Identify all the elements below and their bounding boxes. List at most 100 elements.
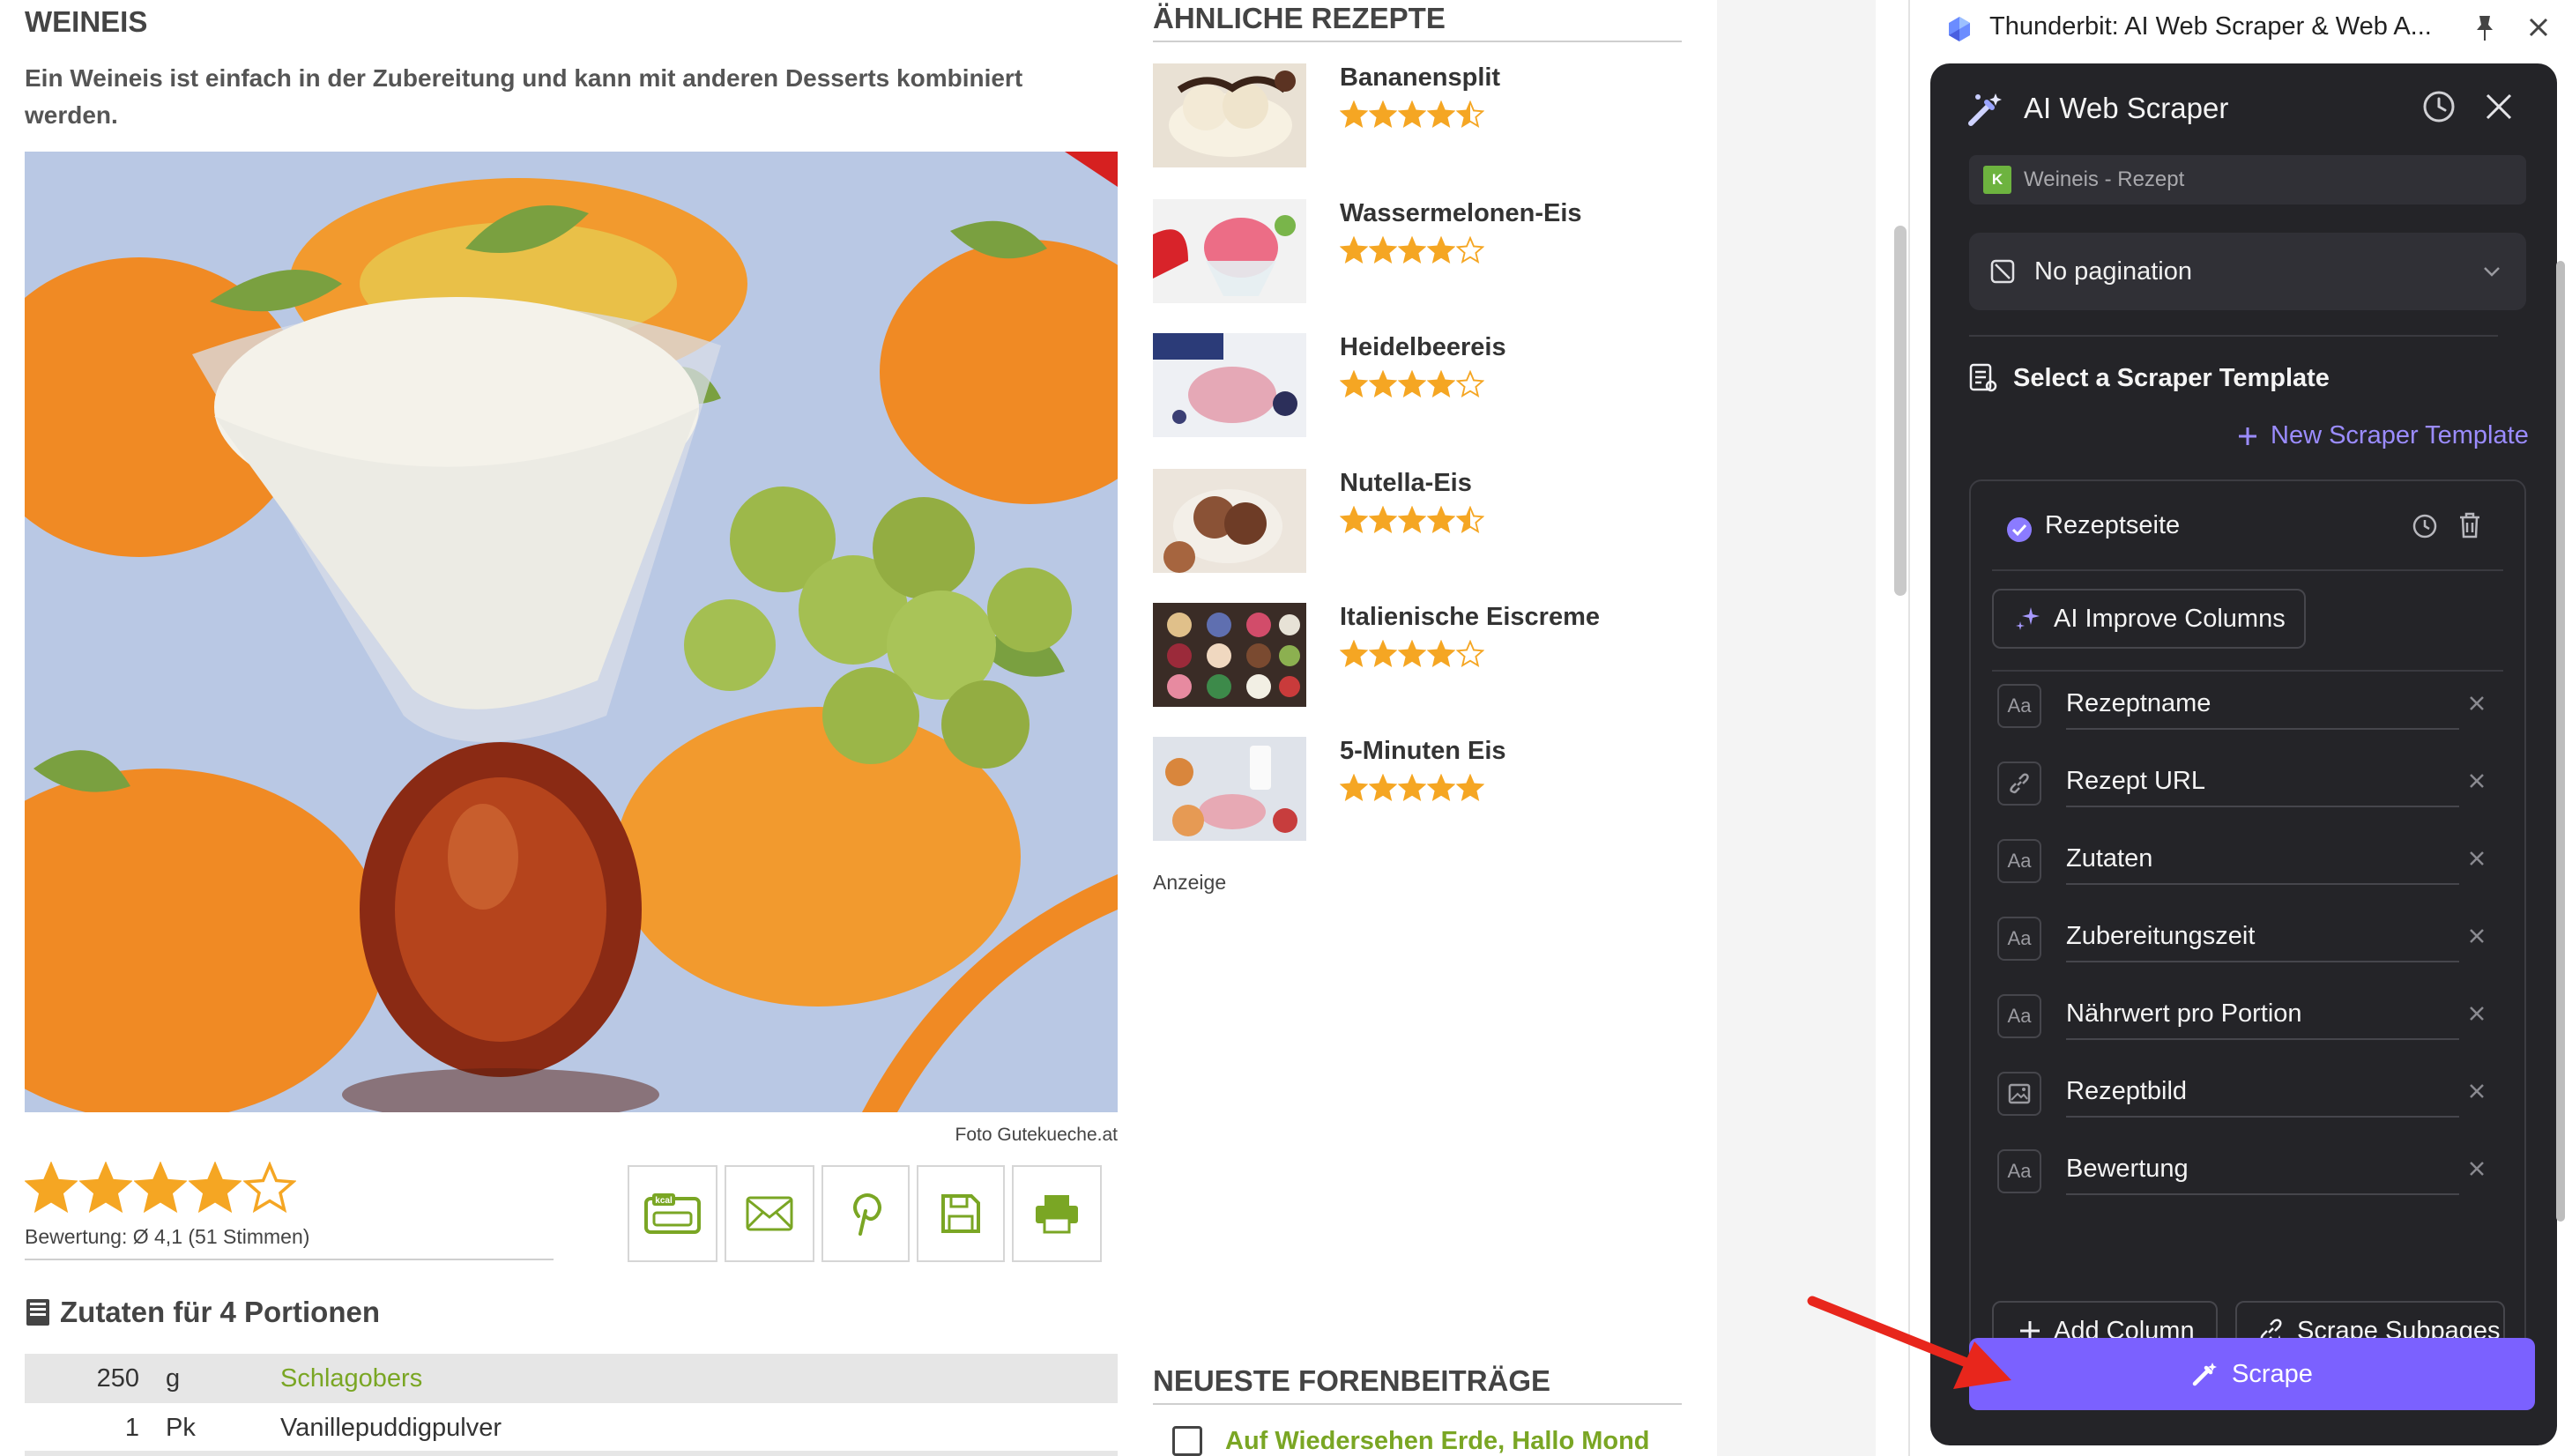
text-type-icon[interactable]: Aa bbox=[1997, 994, 2041, 1038]
new-template-button[interactable]: New Scraper Template bbox=[2237, 421, 2529, 450]
scrape-button[interactable]: Scrape bbox=[1969, 1338, 2535, 1410]
forum-post-link[interactable]: Auf Wiedersehen Erde, Hallo Mond bbox=[1225, 1427, 1650, 1456]
remove-column-icon[interactable] bbox=[2466, 770, 2487, 791]
star-icon bbox=[1456, 236, 1484, 264]
star-icon bbox=[1398, 640, 1426, 668]
similar-recipe-name[interactable]: Heidelbeereis bbox=[1340, 333, 1506, 362]
save-button[interactable] bbox=[917, 1165, 1005, 1262]
divider bbox=[1969, 335, 2498, 337]
pagination-selected-value: No pagination bbox=[2034, 256, 2192, 286]
similar-recipe-name[interactable]: Italienische Eiscreme bbox=[1340, 603, 1600, 632]
ingredients-table: 250 g Schlagobers 1 Pk Vanillepuddigpulv… bbox=[25, 1354, 1118, 1452]
star-icon bbox=[1340, 506, 1368, 534]
ai-improve-columns-button[interactable]: AI Improve Columns bbox=[1992, 589, 2306, 649]
similar-recipe-name[interactable]: 5-Minuten Eis bbox=[1340, 737, 1506, 766]
recipe-thumbnail[interactable] bbox=[1153, 603, 1306, 707]
history-icon[interactable] bbox=[2412, 513, 2438, 539]
template-list-icon bbox=[1969, 363, 1997, 392]
recipe-thumbnail[interactable] bbox=[1153, 333, 1306, 437]
template-card-header[interactable]: Rezeptseite bbox=[1971, 481, 2524, 569]
column-row[interactable]: Rezeptbild bbox=[1992, 1066, 2503, 1126]
link-type-icon[interactable] bbox=[1997, 761, 2041, 806]
magic-wand-icon bbox=[2192, 1363, 2218, 1386]
extension-side-panel: Thunderbit: AI Web Scraper & Web A... AI… bbox=[1908, 0, 2572, 1456]
column-name-input[interactable]: Rezeptbild bbox=[2066, 1066, 2459, 1118]
email-button[interactable] bbox=[725, 1165, 814, 1262]
recipe-rating-stars[interactable] bbox=[25, 1162, 296, 1215]
pagination-select[interactable]: No pagination bbox=[1969, 233, 2526, 310]
recipe-thumbnail[interactable] bbox=[1153, 469, 1306, 573]
recipe-description: Ein Weineis ist einfach in der Zubereitu… bbox=[25, 64, 1023, 129]
column-row[interactable]: Aa Zutaten bbox=[1992, 834, 2503, 894]
star-rating bbox=[1340, 640, 1484, 668]
column-name-input[interactable]: Zutaten bbox=[2066, 834, 2459, 885]
star-icon bbox=[1369, 640, 1397, 668]
star-icon bbox=[189, 1162, 242, 1214]
template-section-title: Select a Scraper Template bbox=[2013, 363, 2330, 392]
star-icon bbox=[1427, 236, 1455, 264]
close-icon[interactable] bbox=[2527, 16, 2550, 39]
forum-post-checkbox-icon bbox=[1172, 1426, 1202, 1456]
star-icon bbox=[1427, 774, 1455, 802]
star-icon bbox=[1456, 506, 1484, 534]
check-circle-icon bbox=[2007, 517, 2032, 542]
star-icon bbox=[1456, 640, 1484, 668]
column-name-input[interactable]: Rezeptname bbox=[2066, 679, 2459, 730]
similar-recipe-name[interactable]: Bananensplit bbox=[1340, 63, 1500, 93]
star-icon bbox=[1456, 774, 1484, 802]
remove-column-icon[interactable] bbox=[2466, 1081, 2487, 1102]
star-rating bbox=[1340, 774, 1484, 802]
column-name-input[interactable]: Nährwert pro Portion bbox=[2066, 989, 2459, 1040]
forum-post-item[interactable]: Auf Wiedersehen Erde, Hallo Mond bbox=[1172, 1426, 1650, 1456]
column-row[interactable]: Aa Nährwert pro Portion bbox=[1992, 989, 2503, 1049]
column-row[interactable]: Aa Zubereitungszeit bbox=[1992, 911, 2503, 971]
similar-recipe-item[interactable]: Nutella-Eis bbox=[1153, 469, 1682, 573]
print-button[interactable] bbox=[1012, 1165, 1102, 1262]
similar-recipe-name[interactable]: Wassermelonen-Eis bbox=[1340, 199, 1582, 228]
remove-column-icon[interactable] bbox=[2466, 1003, 2487, 1024]
remove-column-icon[interactable] bbox=[2466, 1158, 2487, 1179]
recipe-action-bar: kcal bbox=[628, 1165, 1102, 1262]
annotation-arrow-icon bbox=[1807, 1296, 2011, 1389]
pinterest-button[interactable] bbox=[821, 1165, 910, 1262]
column-row[interactable]: Aa Bewertung bbox=[1992, 1144, 2503, 1204]
trash-icon[interactable] bbox=[2457, 511, 2482, 539]
ingredient-link[interactable]: Schlagobers bbox=[280, 1364, 1118, 1393]
column-row[interactable]: Rezept URL bbox=[1992, 756, 2503, 816]
recipe-thumbnail[interactable] bbox=[1153, 199, 1306, 303]
image-type-icon[interactable] bbox=[1997, 1072, 2041, 1116]
history-icon[interactable] bbox=[2422, 90, 2456, 123]
remove-column-icon[interactable] bbox=[2466, 925, 2487, 947]
similar-recipe-item[interactable]: Heidelbeereis bbox=[1153, 333, 1682, 437]
star-icon bbox=[1456, 370, 1484, 398]
close-icon[interactable] bbox=[2484, 92, 2514, 122]
text-type-icon[interactable]: Aa bbox=[1997, 1149, 2041, 1193]
text-type-icon[interactable]: Aa bbox=[1997, 684, 2041, 728]
page-scrollbar[interactable] bbox=[1894, 226, 1907, 596]
kcal-calculator-button[interactable]: kcal bbox=[628, 1165, 717, 1262]
similar-recipe-item[interactable]: Italienische Eiscreme bbox=[1153, 603, 1682, 707]
column-name-input[interactable]: Rezept URL bbox=[2066, 756, 2459, 807]
book-icon bbox=[26, 1299, 49, 1326]
star-rating bbox=[1340, 100, 1484, 129]
text-type-icon[interactable]: Aa bbox=[1997, 839, 2041, 883]
remove-column-icon[interactable] bbox=[2466, 693, 2487, 714]
pin-icon[interactable] bbox=[2474, 14, 2495, 42]
text-type-icon[interactable]: Aa bbox=[1997, 917, 2041, 961]
column-name-input[interactable]: Zubereitungszeit bbox=[2066, 911, 2459, 962]
similar-recipe-item[interactable]: Wassermelonen-Eis bbox=[1153, 199, 1682, 303]
similar-recipe-item[interactable]: Bananensplit bbox=[1153, 63, 1682, 167]
page-gutter bbox=[1717, 0, 1876, 1456]
ingredients-heading: Zutaten für 4 Portionen bbox=[25, 1296, 380, 1329]
pinterest-icon bbox=[853, 1193, 881, 1236]
recipe-thumbnail[interactable] bbox=[1153, 737, 1306, 841]
column-row[interactable]: Aa Rezeptname bbox=[1992, 679, 2503, 739]
recipe-thumbnail[interactable] bbox=[1153, 63, 1306, 167]
remove-column-icon[interactable] bbox=[2466, 848, 2487, 869]
column-name-input[interactable]: Bewertung bbox=[2066, 1144, 2459, 1195]
star-icon bbox=[1398, 370, 1426, 398]
similar-recipe-item[interactable]: 5-Minuten Eis bbox=[1153, 737, 1682, 841]
panel-scrollbar[interactable] bbox=[2556, 261, 2565, 1222]
similar-recipe-name[interactable]: Nutella-Eis bbox=[1340, 469, 1472, 498]
recipe-page: WEINEIS Ein Weineis ist einfach in der Z… bbox=[0, 0, 1908, 1456]
